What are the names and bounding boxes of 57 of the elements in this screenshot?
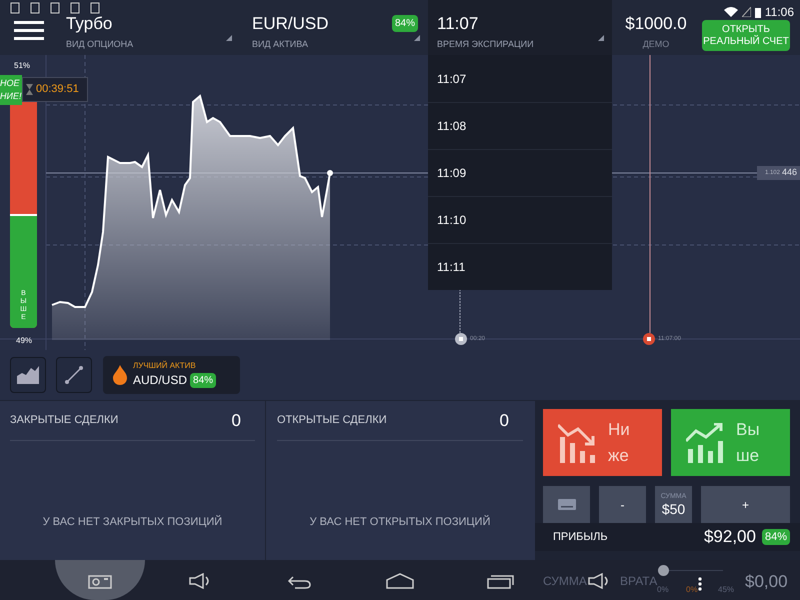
keyboard-icon xyxy=(558,499,576,510)
slider-thumb[interactable] xyxy=(658,565,669,576)
option-type-selector[interactable]: Турбо ВИД ОПЦИОНА xyxy=(66,0,238,55)
more-icon[interactable] xyxy=(698,577,702,591)
area-chart-icon xyxy=(17,366,39,384)
best-asset-label: ЛУЧШИЙ АКТИВ xyxy=(133,361,197,371)
chart-type-button[interactable] xyxy=(10,357,46,393)
best-asset-name: AUD/USD xyxy=(133,372,188,389)
payout-badge: 84% xyxy=(392,15,418,32)
balance-label: ДЕМО xyxy=(642,38,670,51)
hourglass-icon xyxy=(26,84,33,95)
panel-title: ОТКРЫТЫЕ СДЕЛКИ xyxy=(277,413,387,428)
payout-badge: 84% xyxy=(190,372,216,388)
menu-icon[interactable] xyxy=(14,20,44,42)
slider-tick-label: 0% xyxy=(686,584,698,596)
trade-count: 0 xyxy=(500,410,509,432)
profit-label: ПРИБЫЛЬ xyxy=(553,530,609,545)
panel-title: ЗАКРЫТЫЕ СДЕЛКИ xyxy=(10,413,118,428)
price-large-digits: 446 xyxy=(782,166,797,180)
increase-button[interactable]: + xyxy=(701,486,790,523)
expiration-option[interactable]: 11:11 xyxy=(428,243,612,290)
expiration-selector[interactable]: 11:07 ВРЕМЯ ЭКСПИРАЦИИ xyxy=(428,0,612,55)
return-amount: $0,00 xyxy=(745,571,788,593)
signal-icon xyxy=(742,7,751,17)
asset-selector[interactable]: EUR/USD ВИД АКТИВА 84% xyxy=(252,0,428,55)
balance-amount: $1000.0 xyxy=(625,14,687,34)
expiration-option[interactable]: 11:08 xyxy=(428,102,612,149)
best-asset-card[interactable]: ЛУЧШИЙ АКТИВ AUD/USD 84% xyxy=(103,356,240,394)
return-label: СУММА xyxy=(543,573,587,590)
caret-icon xyxy=(414,35,420,41)
wifi-icon xyxy=(724,7,738,17)
slider-tick-label: 0% xyxy=(657,585,669,596)
return-label: ВРАТА xyxy=(620,573,658,588)
chart-down-icon xyxy=(558,422,598,462)
chart-up-icon xyxy=(686,422,726,462)
sell-percent: 51% xyxy=(14,60,30,72)
profit-amount: $92,00 xyxy=(704,526,756,548)
trade-count: 0 xyxy=(232,410,241,432)
countdown-timer: 00:39:51 xyxy=(22,77,88,102)
expiration-option[interactable]: 11:10 xyxy=(428,196,612,243)
home-icon[interactable] xyxy=(386,573,414,589)
keyboard-button[interactable] xyxy=(543,486,590,523)
buy-percent: 49% xyxy=(16,335,32,347)
expiration-option[interactable]: 11:07 xyxy=(428,55,612,102)
status-time: 11:06 xyxy=(764,4,794,21)
empty-message: У ВАС НЕТ ЗАКРЫТЫХ ПОЗИЦИЙ xyxy=(42,514,224,530)
payout-badge: 84% xyxy=(762,528,790,546)
camera-icon[interactable] xyxy=(88,573,112,589)
drawing-tool-button[interactable] xyxy=(56,357,92,393)
slider-tick-label: 45% xyxy=(718,584,734,596)
expiration-option[interactable]: 11:09 xyxy=(428,149,612,196)
empty-message: У ВАС НЕТ ОТКРЫТЫХ ПОЗИЦИЙ xyxy=(308,514,492,530)
caret-icon xyxy=(226,35,232,41)
recent-apps-icon[interactable] xyxy=(487,573,514,589)
caret-icon xyxy=(598,35,604,41)
decrease-button[interactable]: - xyxy=(599,486,646,523)
line-tool-icon xyxy=(65,366,83,384)
